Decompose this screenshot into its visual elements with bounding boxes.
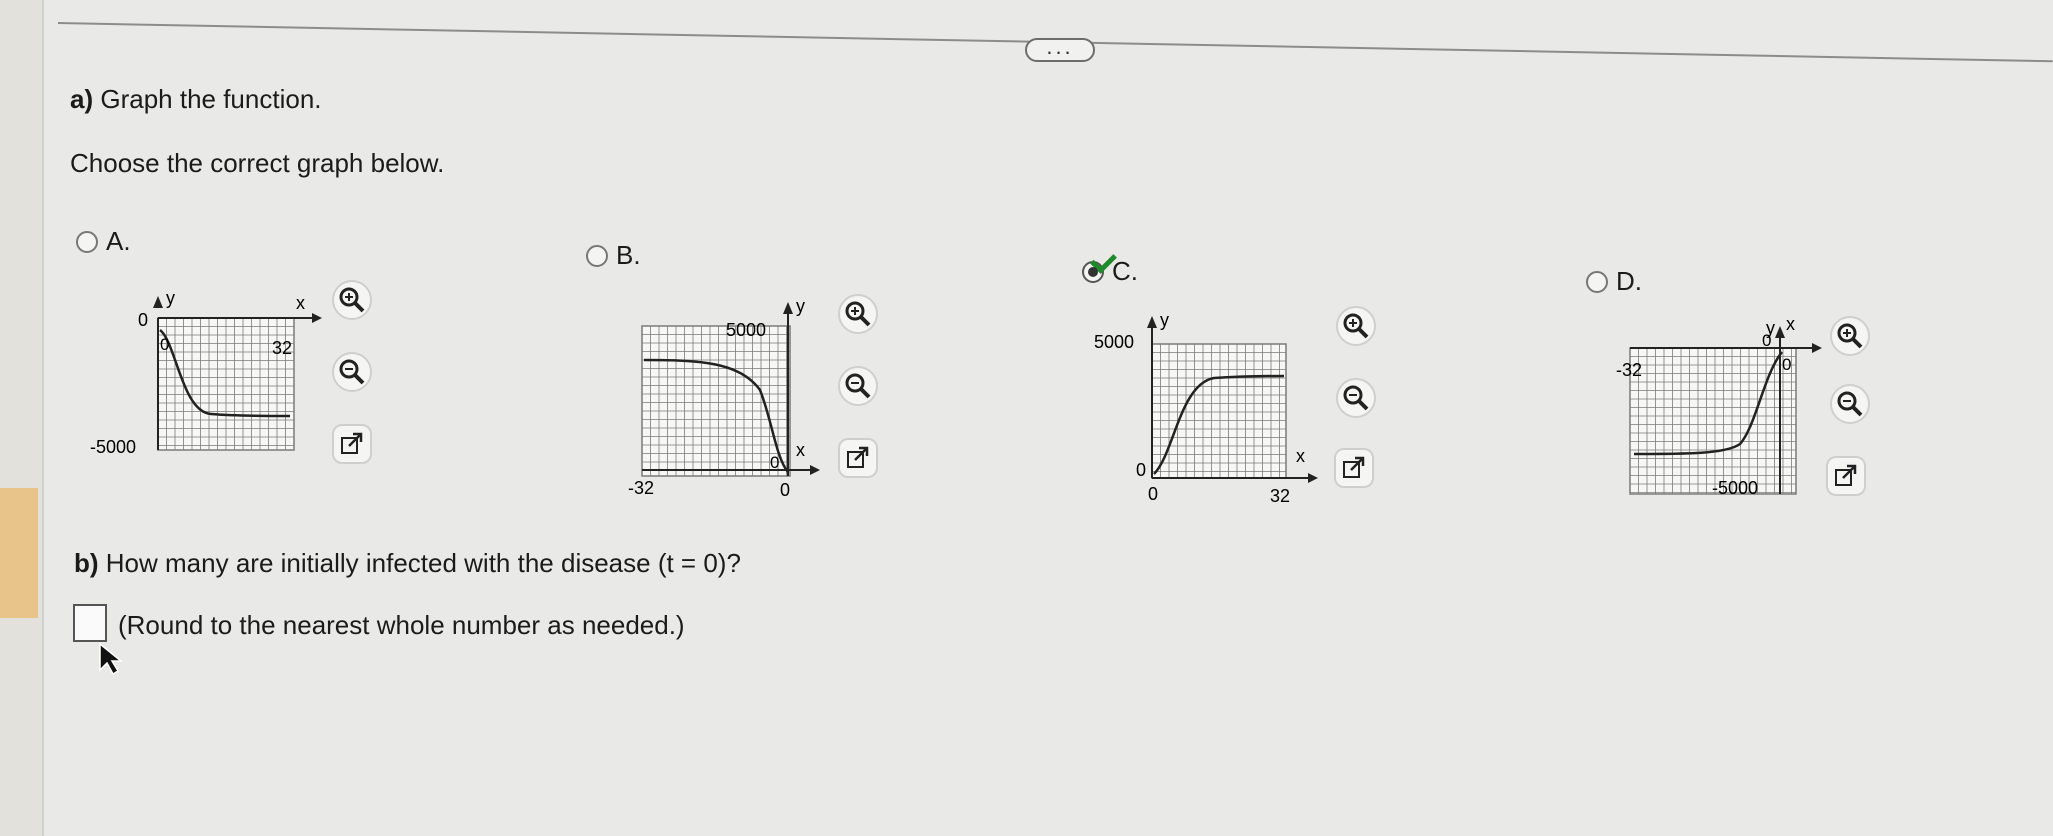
- graph-a-x-left: 0: [160, 335, 169, 354]
- option-a-radio[interactable]: [76, 230, 98, 253]
- option-b-radio[interactable]: [586, 244, 608, 267]
- graph-c-x-label: x: [1296, 446, 1305, 466]
- more-button[interactable]: ...: [1025, 36, 1095, 62]
- part-b-label: b): [74, 548, 99, 578]
- left-sidebar: [0, 0, 44, 836]
- graph-b-y-top: 5000: [726, 320, 766, 340]
- graph-a-x-label: x: [296, 293, 305, 313]
- zoom-out-icon: [845, 373, 871, 399]
- graph-d-x-left: -32: [1616, 360, 1642, 380]
- graph-c-y-top: 5000: [1094, 332, 1134, 352]
- option-c-label: C.: [1112, 256, 1138, 286]
- graph-a-popout-button[interactable]: [332, 424, 372, 464]
- graph-b-zoom-out-button[interactable]: [838, 366, 878, 406]
- sidebar-accent: [0, 488, 38, 618]
- graph-a-x-right: 32: [272, 338, 292, 358]
- mouse-cursor-icon: [99, 642, 124, 676]
- graph-c-grid: [1151, 343, 1287, 479]
- part-a-label: a): [70, 84, 94, 114]
- graph-b-x-right: 0: [780, 480, 790, 500]
- graph-d: x y -32 0 0 -5000: [1616, 314, 1822, 498]
- graph-d-origin: 0: [1782, 355, 1791, 374]
- option-c[interactable]: C.: [1082, 246, 1138, 287]
- answer-input[interactable]: [73, 604, 107, 642]
- graph-b: y x 5000 0 -32 0: [628, 296, 820, 500]
- popout-icon: [1343, 456, 1365, 478]
- part-b-text: How many are initially infected with the…: [105, 548, 741, 578]
- part-a-text: Graph the function.: [100, 84, 322, 114]
- graph-a-y-top: 0: [138, 310, 148, 330]
- graph-d-zoom-in-button[interactable]: [1830, 316, 1870, 356]
- graph-d-zoom-out-button[interactable]: [1830, 384, 1870, 424]
- popout-icon: [341, 432, 363, 454]
- graph-b-zoom-in-button[interactable]: [838, 294, 878, 334]
- graph-a-zoom-out-button[interactable]: [332, 352, 372, 392]
- zoom-in-icon: [845, 301, 871, 327]
- graph-b-y-label: y: [796, 296, 805, 316]
- instruction: Choose the correct graph below.: [70, 148, 445, 178]
- zoom-out-icon: [339, 359, 365, 385]
- graph-b-popout-button[interactable]: [838, 438, 878, 478]
- graph-d-popout-button[interactable]: [1826, 456, 1866, 496]
- answer-hint: (Round to the nearest whole number as ne…: [118, 610, 685, 640]
- graph-b-x-left: -32: [628, 478, 654, 498]
- part-b-question: b) How many are initially infected with …: [74, 548, 741, 579]
- option-d-radio[interactable]: [1586, 270, 1608, 293]
- option-b[interactable]: B.: [586, 240, 641, 271]
- part-a-heading: a) Graph the function.: [70, 84, 322, 115]
- option-d-label: D.: [1616, 266, 1642, 296]
- graph-c-x-right: 32: [1270, 486, 1290, 506]
- graph-c-popout-button[interactable]: [1334, 448, 1374, 488]
- graph-b-grid: [641, 325, 791, 477]
- option-c-radio[interactable]: [1082, 246, 1117, 283]
- zoom-out-icon: [1837, 391, 1863, 417]
- graph-d-x-label: x: [1786, 314, 1795, 334]
- graph-a-zoom-in-button[interactable]: [332, 280, 372, 320]
- graph-a-y-bottom: -5000: [90, 437, 136, 457]
- graph-a: y x 0 0 32 -5000: [90, 288, 322, 457]
- graph-d-x-right: 0: [1762, 331, 1771, 350]
- graph-c-y-bottom: 0: [1136, 460, 1146, 480]
- option-d[interactable]: D.: [1586, 266, 1642, 297]
- graph-b-x-label: x: [796, 440, 805, 460]
- option-a-label: A.: [106, 226, 131, 256]
- graph-c-y-label: y: [1160, 310, 1169, 330]
- graph-c-zoom-out-button[interactable]: [1336, 378, 1376, 418]
- graph-c-x-left: 0: [1148, 484, 1158, 504]
- graph-b-origin: 0: [770, 453, 779, 472]
- option-b-label: B.: [616, 240, 641, 270]
- graph-c-zoom-in-button[interactable]: [1336, 306, 1376, 346]
- graph-a-y-label: y: [166, 288, 175, 308]
- graph-c: y x 5000 0 0 32: [1094, 310, 1318, 506]
- option-a[interactable]: A.: [76, 226, 131, 257]
- popout-icon: [1835, 464, 1857, 486]
- zoom-in-icon: [339, 287, 365, 313]
- popout-icon: [847, 446, 869, 468]
- zoom-in-icon: [1837, 323, 1863, 349]
- zoom-in-icon: [1343, 313, 1369, 339]
- graph-d-y-bottom: -5000: [1712, 478, 1758, 498]
- zoom-out-icon: [1343, 385, 1369, 411]
